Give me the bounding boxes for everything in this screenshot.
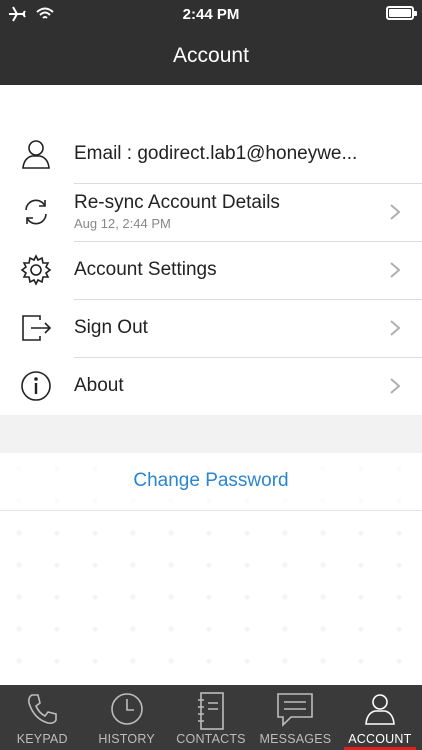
tab-label: CONTACTS — [176, 732, 246, 746]
tab-label: ACCOUNT — [348, 732, 412, 746]
tab-label: MESSAGES — [259, 732, 332, 746]
status-bar: 2:44 PM — [0, 0, 422, 30]
tab-account[interactable]: ACCOUNT — [338, 685, 422, 750]
user-icon — [364, 694, 395, 725]
menu-item-about[interactable]: About — [0, 357, 422, 415]
sign-out-icon — [22, 315, 52, 341]
chevron-right-icon — [390, 378, 400, 394]
tab-keypad[interactable]: KEYPAD — [0, 685, 84, 750]
menu-item-email[interactable]: Email : godirect.lab1@honeywe... — [0, 125, 422, 184]
menu-item-account-settings[interactable]: Account Settings — [0, 241, 422, 300]
about-label: About — [74, 375, 124, 396]
message-bubble-icon — [277, 693, 314, 727]
gear-icon — [20, 254, 52, 286]
status-time: 2:44 PM — [182, 6, 240, 23]
resync-timestamp: Aug 12, 2:44 PM — [74, 216, 171, 231]
spacer — [0, 85, 422, 125]
contacts-book-icon — [198, 692, 224, 730]
account-settings-label: Account Settings — [74, 259, 217, 280]
chevron-right-icon — [390, 320, 400, 336]
clock-icon — [110, 693, 143, 725]
tab-label: HISTORY — [98, 732, 155, 746]
chevron-right-icon — [390, 262, 400, 278]
tab-contacts[interactable]: CONTACTS — [169, 685, 253, 750]
chevron-right-icon — [390, 204, 400, 220]
change-password-row[interactable]: Change Password — [0, 453, 422, 511]
sign-out-label: Sign Out — [74, 317, 148, 338]
info-icon — [21, 371, 51, 401]
tab-history[interactable]: HISTORY — [84, 685, 168, 750]
battery-icon — [386, 6, 417, 20]
change-password-link[interactable]: Change Password — [0, 470, 422, 492]
menu-item-resync[interactable]: Re-sync Account Details Aug 12, 2:44 PM — [0, 183, 422, 242]
phone-icon — [28, 694, 58, 724]
tab-messages[interactable]: MESSAGES — [253, 685, 337, 750]
resync-label: Re-sync Account Details — [74, 192, 280, 213]
menu-item-sign-out[interactable]: Sign Out — [0, 299, 422, 358]
tab-bar: KEYPAD HISTORY CONTACTS MESSAGES ACCOUNT — [0, 685, 422, 750]
sync-icon — [25, 199, 47, 225]
tab-label: KEYPAD — [16, 732, 68, 746]
app-header: 2:44 PM Account — [0, 0, 422, 85]
user-icon — [22, 140, 50, 169]
account-menu: Email : godirect.lab1@honeywe... Re-sync… — [0, 125, 422, 415]
page-title: Account — [173, 44, 249, 67]
email-label: Email : godirect.lab1@honeywe... — [74, 143, 358, 164]
section-divider — [0, 415, 422, 453]
